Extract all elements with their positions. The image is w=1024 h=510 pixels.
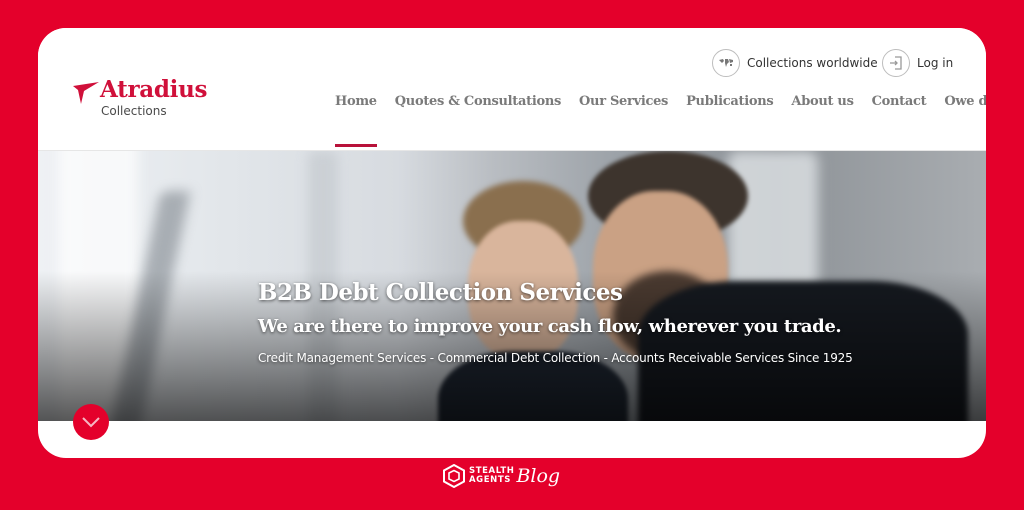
world-map-icon xyxy=(712,49,740,77)
atradius-logo[interactable]: Atradius Collections xyxy=(72,76,222,122)
brand-blog-script: Blog xyxy=(516,465,561,487)
login-icon xyxy=(882,49,910,77)
login-label: Log in xyxy=(917,56,954,70)
nav-quotes-consultations[interactable]: Quotes & Consultations xyxy=(395,94,562,109)
login-link[interactable]: Log in xyxy=(882,48,953,78)
scroll-down-button[interactable] xyxy=(73,404,109,440)
brand-line-2: AGENTS xyxy=(469,475,511,485)
logo-subtitle: Collections xyxy=(101,104,167,118)
main-nav: Home Quotes & Consultations Our Services… xyxy=(335,94,986,147)
atradius-bird-icon xyxy=(73,82,99,104)
site-header: Atradius Collections Collections worldwi… xyxy=(38,28,986,151)
stealth-agents-wordmark: STEALTH AGENTS xyxy=(469,467,514,485)
collections-worldwide-link[interactable]: Collections worldwide xyxy=(712,48,878,78)
nav-publications[interactable]: Publications xyxy=(686,94,774,109)
stealth-agents-hex-icon xyxy=(443,464,465,488)
nav-contact[interactable]: Contact xyxy=(872,94,927,109)
collections-worldwide-label: Collections worldwide xyxy=(747,56,878,70)
nav-owe-debts[interactable]: Owe debts? xyxy=(944,94,986,109)
chevron-down-icon xyxy=(82,417,100,428)
hero-banner: B2B Debt Collection Services We are ther… xyxy=(38,151,986,421)
nav-our-services[interactable]: Our Services xyxy=(579,94,668,109)
website-card: Atradius Collections Collections worldwi… xyxy=(38,28,986,458)
nav-about-us[interactable]: About us xyxy=(791,94,854,109)
hero-title: B2B Debt Collection Services xyxy=(258,279,623,306)
hero-tagline: Credit Management Services - Commercial … xyxy=(258,351,853,365)
stealth-agents-blog-logo: STEALTH AGENTS Blog xyxy=(443,461,560,491)
hero-subtitle: We are there to improve your cash flow, … xyxy=(258,316,842,337)
logo-wordmark: Atradius xyxy=(100,76,208,103)
nav-home[interactable]: Home xyxy=(335,94,377,147)
hero-text: B2B Debt Collection Services We are ther… xyxy=(258,279,853,365)
